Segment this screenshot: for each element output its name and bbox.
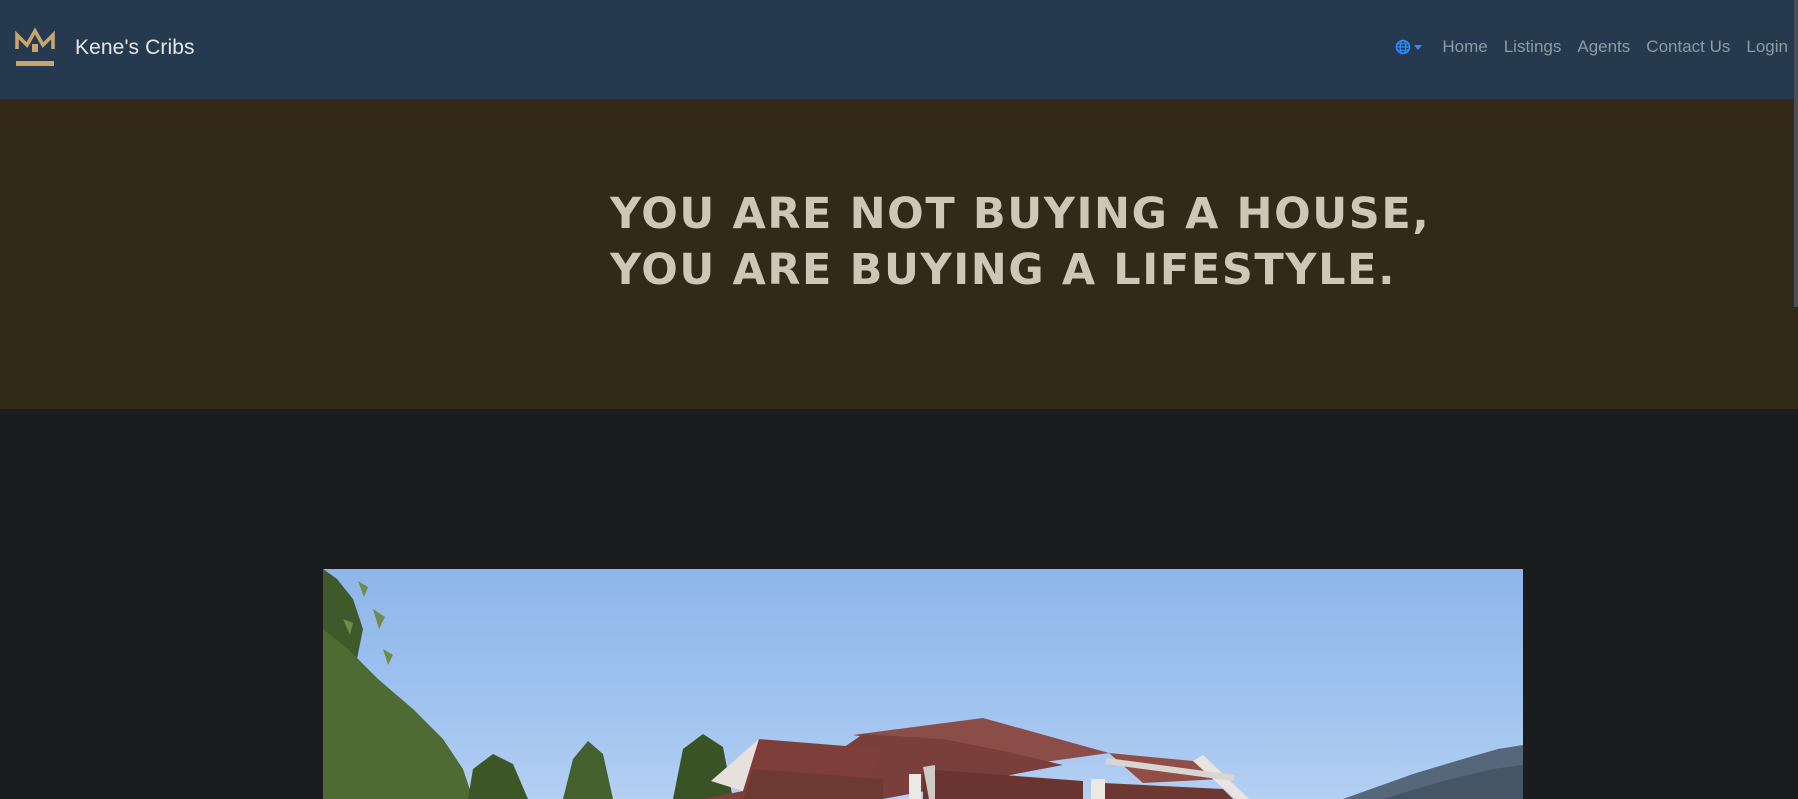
globe-icon xyxy=(1396,39,1411,55)
brand-link[interactable]: Kene's Cribs xyxy=(14,27,195,69)
featured-house-photo xyxy=(323,569,1523,799)
nav-link-home[interactable]: Home xyxy=(1442,37,1487,57)
navbar: Kene's Cribs Home Listings Agents Contac… xyxy=(0,0,1798,99)
hero-heading: YOU ARE NOT BUYING A HOUSE, YOU ARE BUYI… xyxy=(610,186,1430,298)
hero-banner: YOU ARE NOT BUYING A HOUSE, YOU ARE BUYI… xyxy=(0,99,1798,409)
nav-link-listings[interactable]: Listings xyxy=(1504,37,1562,57)
main-nav: Home Listings Agents Contact Us Login xyxy=(1395,0,1798,94)
hero-heading-line-2: YOU ARE BUYING A LIFESTYLE. xyxy=(610,245,1396,295)
house-crown-logo-icon xyxy=(15,27,55,66)
house xyxy=(703,718,1249,799)
brand-name: Kene's Cribs xyxy=(75,36,195,59)
trees-left xyxy=(323,569,733,799)
house-photo-illustration xyxy=(323,569,1523,799)
caret-down-icon xyxy=(1414,44,1423,50)
nav-link-contact-us[interactable]: Contact Us xyxy=(1646,37,1730,57)
nav-link-login[interactable]: Login xyxy=(1746,37,1788,57)
language-dropdown-toggle[interactable] xyxy=(1395,39,1423,55)
hero-heading-line-1: YOU ARE NOT BUYING A HOUSE, xyxy=(610,189,1431,239)
page-scrollbar-thumb[interactable] xyxy=(1794,0,1798,307)
nav-link-agents[interactable]: Agents xyxy=(1577,37,1630,57)
